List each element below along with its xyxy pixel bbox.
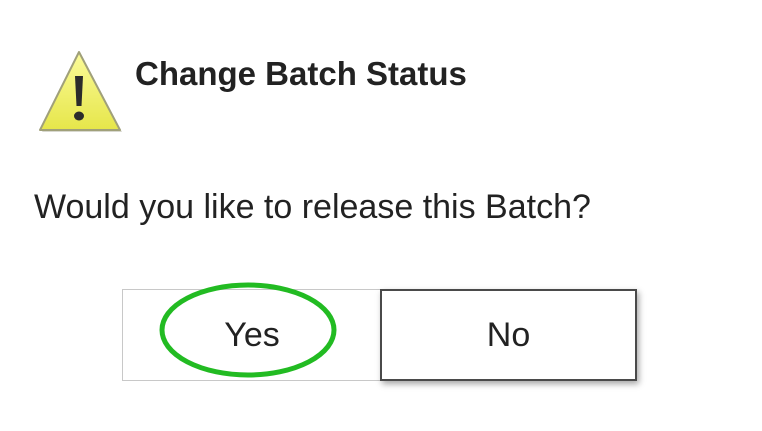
dialog-title: Change Batch Status	[135, 55, 467, 92]
yes-button[interactable]: Yes	[122, 289, 382, 381]
yes-button-label: Yes	[224, 315, 280, 354]
no-button[interactable]: No	[380, 289, 637, 381]
dialog-message: Would you like to release this Batch?	[34, 188, 591, 226]
change-batch-status-dialog: Change Batch Status Would you like to re…	[0, 0, 762, 431]
warning-icon	[39, 51, 122, 132]
no-button-label: No	[486, 315, 531, 354]
